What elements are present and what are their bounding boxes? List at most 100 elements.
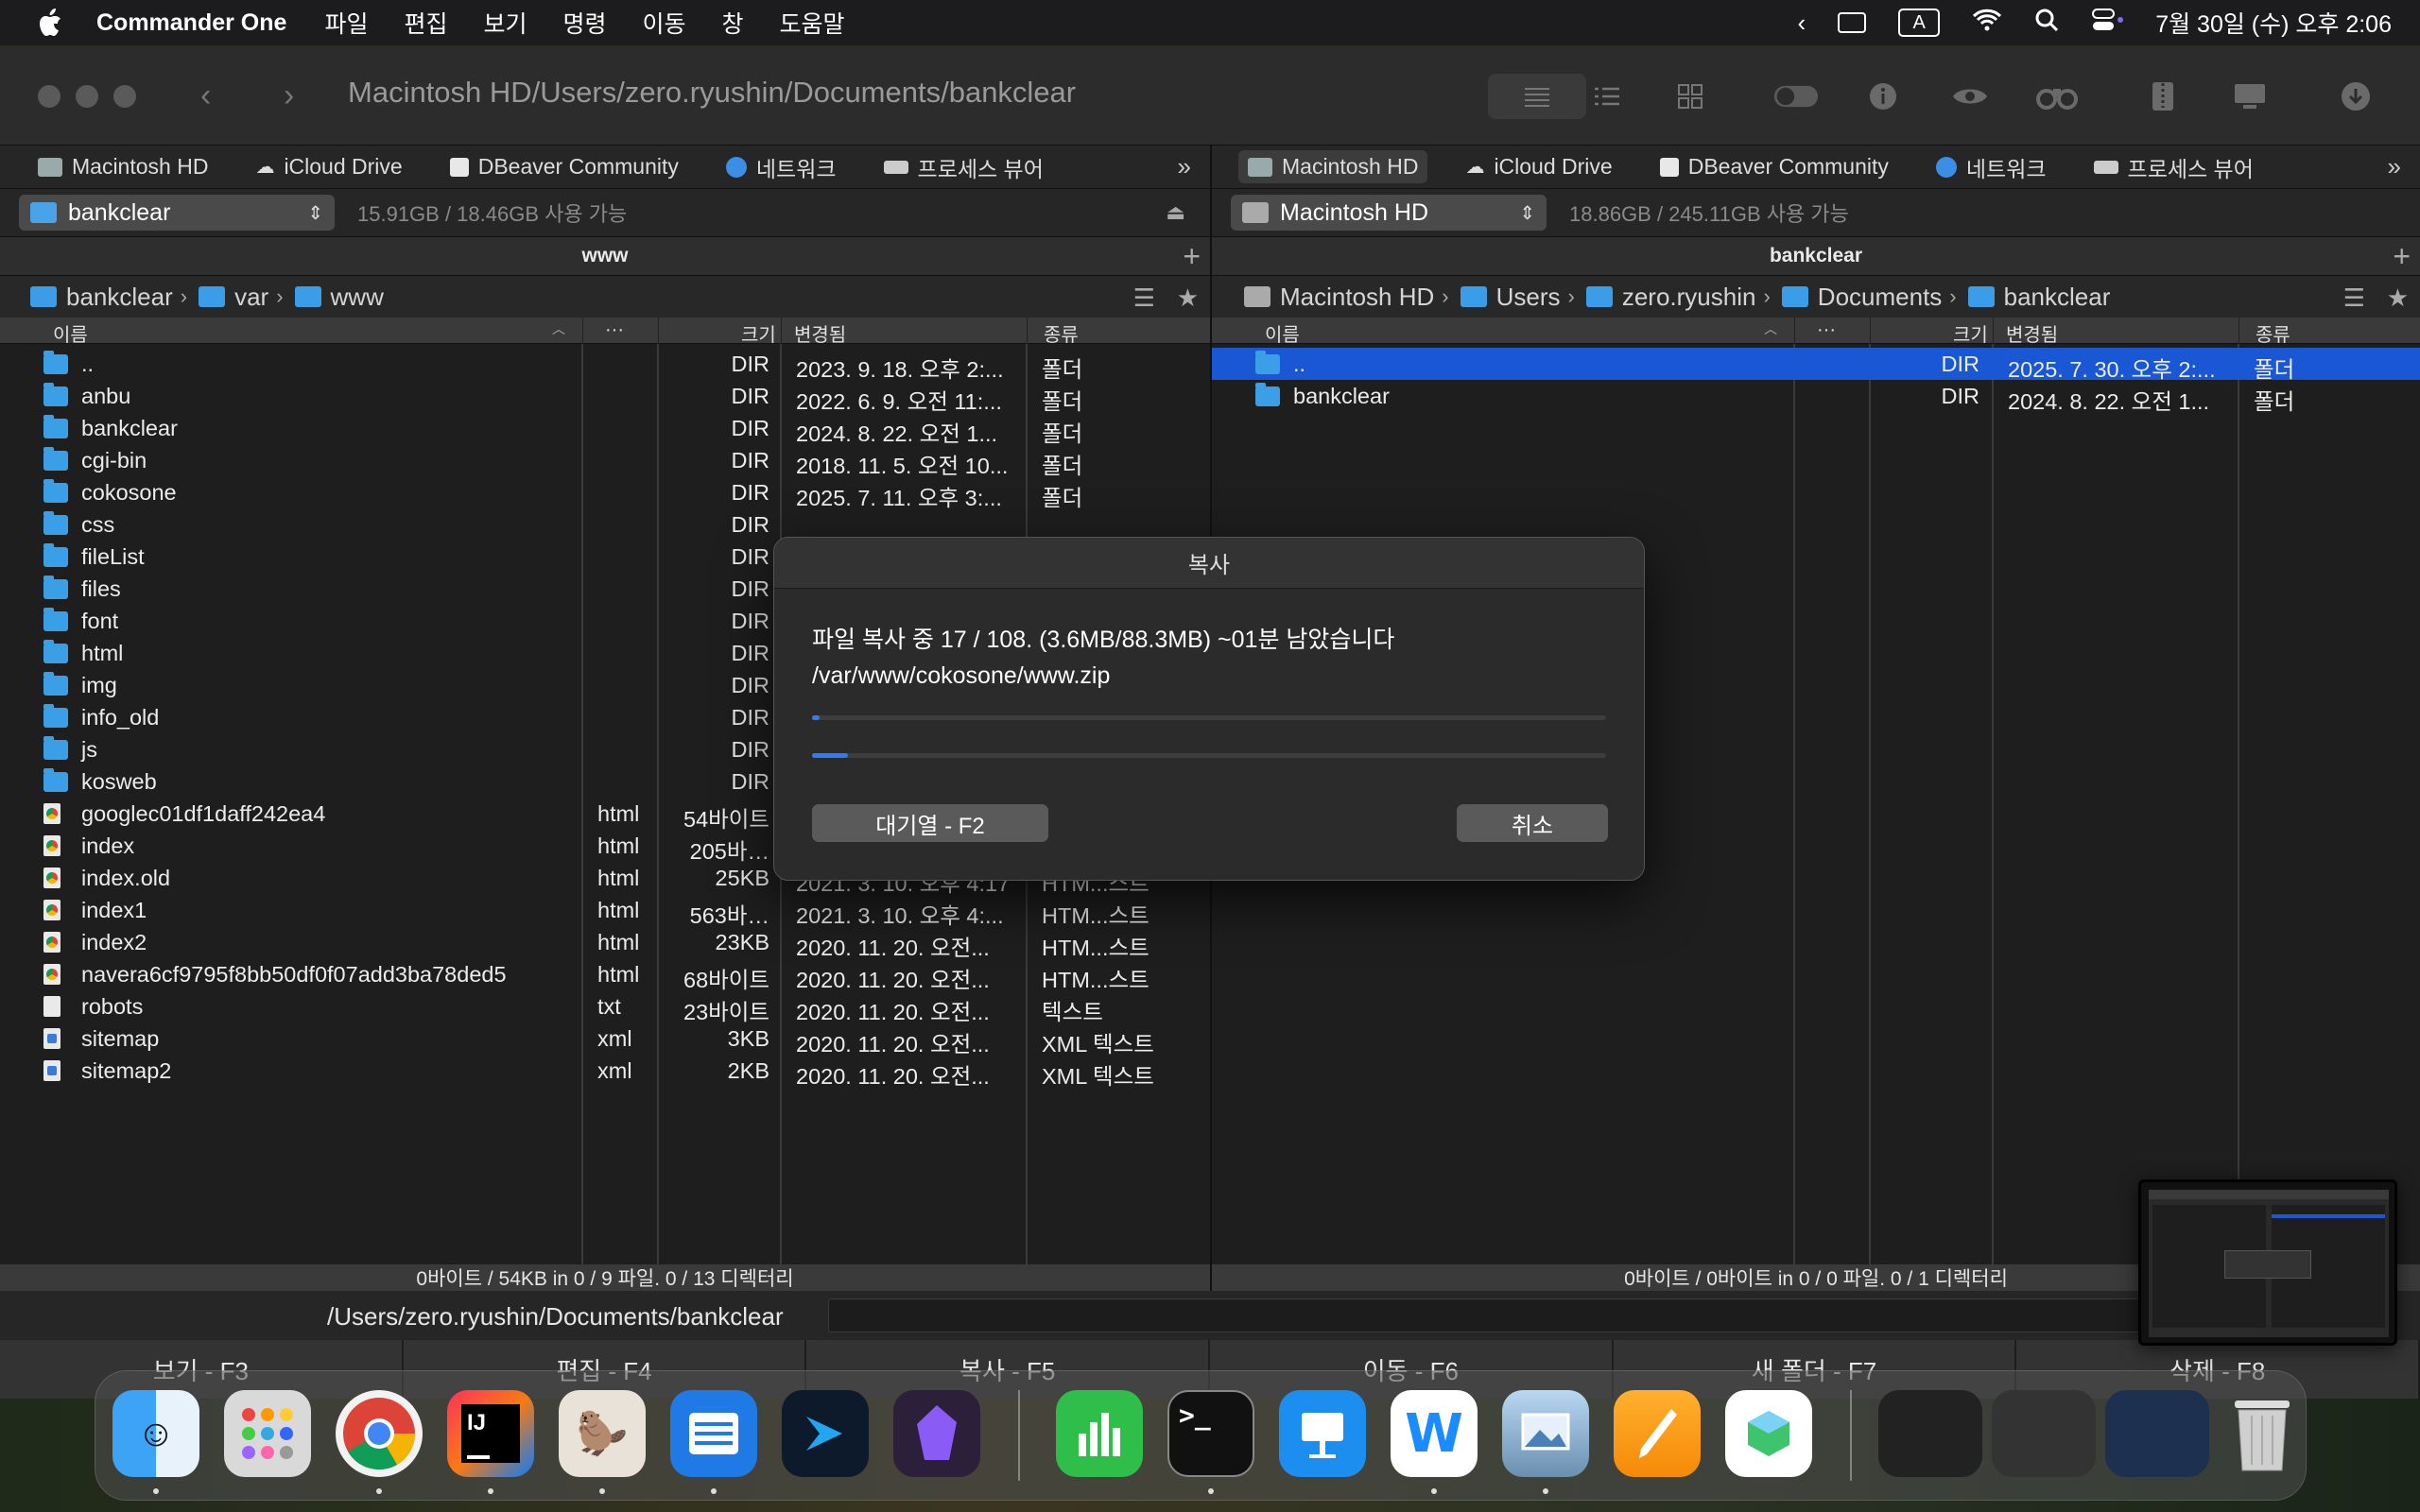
terminal-folder-icon[interactable]: [2227, 74, 2273, 119]
fav-dbeaver[interactable]: DBeaver Community: [1651, 150, 1898, 183]
file-row[interactable]: cokosone DIR 2025. 7. 11. 오후 3:... 폴더: [0, 476, 1210, 510]
more-favorites-icon[interactable]: »: [1178, 152, 1191, 181]
cancel-button[interactable]: 취소: [1457, 804, 1608, 842]
menu-file[interactable]: 파일: [324, 6, 368, 40]
right-drive-select[interactable]: Macintosh HD ⇕: [1231, 195, 1547, 231]
col-modified[interactable]: 변경됨: [2006, 319, 2058, 347]
sort-asc-icon[interactable]: ︿: [552, 319, 565, 338]
fav-icloud-drive[interactable]: ☁ iCloud Drive: [1456, 150, 1621, 183]
finder-icon[interactable]: ☺: [112, 1390, 199, 1477]
app-menu[interactable]: Commander One: [96, 9, 286, 37]
file-row[interactable]: sitemap xml 3KB 2020. 11. 20. 오전... XML 텍스트: [0, 1022, 1210, 1057]
crumb-item[interactable]: var: [199, 283, 268, 312]
binoculars-search-icon[interactable]: [2034, 74, 2080, 119]
download-icon[interactable]: [2333, 74, 2378, 119]
list-view-icon[interactable]: [1488, 74, 1586, 119]
minimized-window-1[interactable]: [1878, 1390, 1982, 1477]
more-favorites-icon[interactable]: »: [2388, 152, 2401, 181]
col-kind[interactable]: 종류: [1044, 319, 1079, 347]
menu-help[interactable]: 도움말: [780, 6, 845, 40]
eye-preview-icon[interactable]: [1947, 74, 1993, 119]
minimize-window-button[interactable]: [76, 85, 98, 108]
col-ext[interactable]: ···: [605, 319, 624, 341]
control-center-icon[interactable]: [2091, 8, 2124, 39]
xcode-cloud-icon[interactable]: [782, 1390, 869, 1477]
close-window-button[interactable]: [38, 85, 60, 108]
search-icon[interactable]: [2034, 8, 2059, 39]
fav-dbeaver[interactable]: DBeaver Community: [441, 150, 688, 183]
col-size[interactable]: 크기: [741, 319, 776, 347]
col-kind[interactable]: 종류: [2256, 319, 2290, 347]
col-size[interactable]: 크기: [1953, 319, 1988, 347]
fav-macintosh-hd[interactable]: Macintosh HD: [1238, 150, 1428, 183]
minimized-window-3[interactable]: [2105, 1390, 2209, 1477]
file-row[interactable]: index1 html 563바… 2021. 3. 10. 오후 4:... HTM.…: [0, 894, 1210, 928]
numbers-icon[interactable]: [1056, 1390, 1143, 1477]
grid-view-icon[interactable]: [1668, 74, 1713, 119]
fav-process-viewer[interactable]: 프로세스 뷰어: [874, 147, 1053, 187]
fav-macintosh-hd[interactable]: Macintosh HD: [28, 150, 217, 183]
menu-command[interactable]: 명령: [562, 6, 606, 40]
back-arrow-icon[interactable]: ‹: [200, 77, 211, 114]
obsidian-icon[interactable]: [893, 1390, 980, 1477]
eject-icon[interactable]: ⏏: [1166, 200, 1185, 225]
launchpad-icon[interactable]: [224, 1390, 311, 1477]
menu-view[interactable]: 보기: [483, 6, 527, 40]
input-source-icon[interactable]: A: [1898, 9, 1941, 37]
detail-view-icon[interactable]: [1584, 74, 1630, 119]
star-icon[interactable]: ★: [2387, 284, 2409, 313]
right-tab-title[interactable]: bankclear +: [1212, 236, 2420, 276]
file-row[interactable]: cgi-bin DIR 2018. 11. 5. 오전 10... 폴더: [0, 444, 1210, 478]
fav-process-viewer[interactable]: 프로세스 뷰어: [2084, 147, 2263, 187]
preview-icon[interactable]: [1502, 1390, 1589, 1477]
forward-arrow-icon[interactable]: ›: [284, 77, 294, 114]
crumb-item[interactable]: Macintosh HD: [1244, 283, 1434, 312]
chevron-left-icon[interactable]: ‹: [1798, 9, 1806, 38]
crumb-item[interactable]: zero.ryushin: [1585, 283, 1755, 312]
left-drive-select[interactable]: bankclear ⇕: [19, 195, 335, 231]
file-row[interactable]: anbu DIR 2022. 6. 9. 오전 11:... 폴더: [0, 380, 1210, 414]
chrome-icon[interactable]: [336, 1390, 423, 1477]
file-row[interactable]: .. DIR 2025. 7. 30. 오후 2:... 폴더: [1212, 348, 2420, 382]
menu-window[interactable]: 창: [722, 6, 744, 40]
minimized-window-2[interactable]: [1992, 1390, 2096, 1477]
col-name[interactable]: 이름: [53, 319, 88, 347]
crumb-item[interactable]: www: [294, 283, 384, 312]
menu-go[interactable]: 이동: [643, 6, 686, 40]
file-row[interactable]: bankclear DIR 2024. 8. 22. 오전 1... 폴더: [1212, 380, 2420, 414]
keynote-icon[interactable]: [1279, 1390, 1366, 1477]
archive-icon[interactable]: [2140, 74, 2186, 119]
list-menu-icon[interactable]: ☰: [1133, 284, 1155, 313]
clock[interactable]: 7월 30일 (수) 오후 2:06: [2155, 6, 2392, 40]
left-tab-title[interactable]: www +: [0, 236, 1210, 276]
zoom-window-button[interactable]: [113, 85, 136, 108]
crumb-item[interactable]: Documents: [1781, 283, 1942, 312]
fav-icloud-drive[interactable]: ☁ iCloud Drive: [246, 150, 411, 183]
sort-asc-icon[interactable]: ︿: [1764, 319, 1777, 338]
dbeaver-icon[interactable]: 🦫: [559, 1390, 646, 1477]
intellij-idea-icon[interactable]: IJ: [447, 1390, 534, 1477]
file-row[interactable]: sitemap2 xml 2KB 2020. 11. 20. 오전... XML 텍스트: [0, 1055, 1210, 1089]
commander-one-icon[interactable]: [670, 1390, 757, 1477]
file-row[interactable]: navera6cf9795f8bb50df0f07add3ba78ded5 htm…: [0, 958, 1210, 992]
col-name[interactable]: 이름: [1265, 319, 1300, 347]
star-icon[interactable]: ★: [1177, 284, 1199, 313]
file-row[interactable]: .. DIR 2023. 9. 18. 오후 2:... 폴더: [0, 348, 1210, 382]
naver-works-icon[interactable]: [1725, 1390, 1812, 1477]
crumb-item[interactable]: bankclear: [30, 283, 173, 312]
fav-network[interactable]: 네트워크: [717, 147, 846, 187]
file-row[interactable]: css DIR: [0, 508, 1210, 541]
file-row[interactable]: index2 html 23KB 2020. 11. 20. 오전... HTM...스…: [0, 926, 1210, 960]
fav-network[interactable]: 네트워크: [1927, 147, 2056, 187]
naver-whale-icon[interactable]: W: [1391, 1390, 1478, 1477]
screenshot-thumbnail[interactable]: [2138, 1179, 2397, 1346]
pages-icon[interactable]: [1614, 1390, 1701, 1477]
toggle-hidden-icon[interactable]: [1773, 74, 1819, 119]
queue-button[interactable]: 대기열 - F2: [812, 804, 1048, 842]
add-tab-icon[interactable]: +: [1183, 239, 1201, 274]
crumb-item[interactable]: bankclear: [1967, 283, 2110, 312]
wifi-icon[interactable]: [1972, 9, 2002, 38]
file-row[interactable]: bankclear DIR 2024. 8. 22. 오전 1... 폴더: [0, 412, 1210, 446]
file-row[interactable]: robots txt 23바이트 2020. 11. 20. 오전... 텍스트: [0, 990, 1210, 1024]
apple-icon[interactable]: [36, 8, 64, 38]
